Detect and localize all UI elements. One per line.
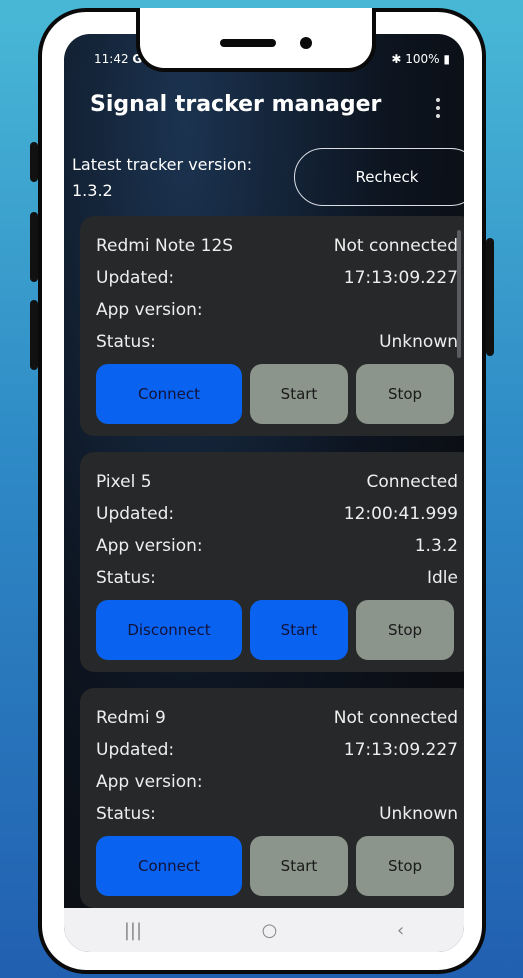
volume-up-button bbox=[30, 212, 38, 282]
device-card: Pixel 5 Connected Updated: 12:00:41.999 Ap… bbox=[80, 452, 464, 672]
app-version-label: App version: bbox=[96, 536, 203, 556]
status-value: Unknown bbox=[379, 804, 458, 824]
updated-label: Updated: bbox=[96, 740, 175, 760]
home-button[interactable]: ○ bbox=[262, 920, 278, 941]
disconnect-button[interactable]: Disconnect bbox=[96, 600, 242, 660]
connection-status: Not connected bbox=[333, 236, 458, 256]
app-version-value: 1.3.2 bbox=[414, 536, 458, 556]
phone-frame: 11:42 G ✱ 100% ▮ Signal tracker manager … bbox=[30, 8, 494, 974]
recheck-button[interactable]: Recheck bbox=[294, 148, 464, 206]
stop-button[interactable]: Stop bbox=[356, 600, 454, 660]
updated-value: 17:13:09.227 bbox=[343, 268, 458, 288]
updated-label: Updated: bbox=[96, 504, 175, 524]
system-navbar: ||| ○ ‹ bbox=[64, 908, 464, 952]
connection-status: Not connected bbox=[333, 708, 458, 728]
status-label: Status: bbox=[96, 332, 156, 352]
scrollbar[interactable] bbox=[457, 230, 461, 358]
latest-version-value: 1.3.2 bbox=[72, 181, 113, 200]
status-battery: ✱ 100% ▮ bbox=[391, 52, 450, 66]
stop-button[interactable]: Stop bbox=[356, 836, 454, 896]
start-button[interactable]: Start bbox=[250, 364, 348, 424]
recents-button[interactable]: ||| bbox=[124, 920, 142, 941]
updated-label: Updated: bbox=[96, 268, 175, 288]
battery-icon: ▮ bbox=[443, 52, 450, 66]
device-card: Redmi Note 12S Not connected Updated: 17:1… bbox=[80, 216, 464, 436]
status-value: Idle bbox=[427, 568, 458, 588]
start-button[interactable]: Start bbox=[250, 600, 348, 660]
bluetooth-icon: ✱ bbox=[391, 52, 402, 66]
app-version-label: App version: bbox=[96, 300, 203, 320]
updated-value: 12:00:41.999 bbox=[343, 504, 458, 524]
back-button[interactable]: ‹ bbox=[397, 920, 404, 941]
power-button bbox=[486, 238, 494, 356]
status-label: Status: bbox=[96, 804, 156, 824]
device-name: Redmi 9 bbox=[96, 708, 166, 728]
side-button bbox=[30, 142, 38, 182]
camera-icon bbox=[300, 37, 312, 49]
phone-notch bbox=[136, 8, 376, 72]
speaker-icon bbox=[220, 39, 276, 47]
latest-version: Latest tracker version: 1.3.2 bbox=[72, 152, 292, 204]
device-card: Redmi 9 Not connected Updated: 17:13:09.22… bbox=[80, 688, 464, 908]
device-name: Redmi Note 12S bbox=[96, 236, 234, 256]
device-name: Pixel 5 bbox=[96, 472, 152, 492]
status-time: 11:42 G bbox=[94, 52, 143, 66]
app-version-label: App version: bbox=[96, 772, 203, 792]
app-screen: 11:42 G ✱ 100% ▮ Signal tracker manager … bbox=[64, 34, 464, 952]
start-button[interactable]: Start bbox=[250, 836, 348, 896]
latest-version-label: Latest tracker version: bbox=[72, 155, 253, 174]
connect-button[interactable]: Connect bbox=[96, 836, 242, 896]
page-title: Signal tracker manager bbox=[90, 92, 382, 117]
more-vert-icon[interactable] bbox=[436, 98, 440, 118]
status-value: Unknown bbox=[379, 332, 458, 352]
status-label: Status: bbox=[96, 568, 156, 588]
updated-value: 17:13:09.227 bbox=[343, 740, 458, 760]
connection-status: Connected bbox=[366, 472, 458, 492]
device-list: Redmi Note 12S Not connected Updated: 17:1… bbox=[80, 216, 464, 924]
connect-button[interactable]: Connect bbox=[96, 364, 242, 424]
stop-button[interactable]: Stop bbox=[356, 364, 454, 424]
volume-down-button bbox=[30, 300, 38, 370]
